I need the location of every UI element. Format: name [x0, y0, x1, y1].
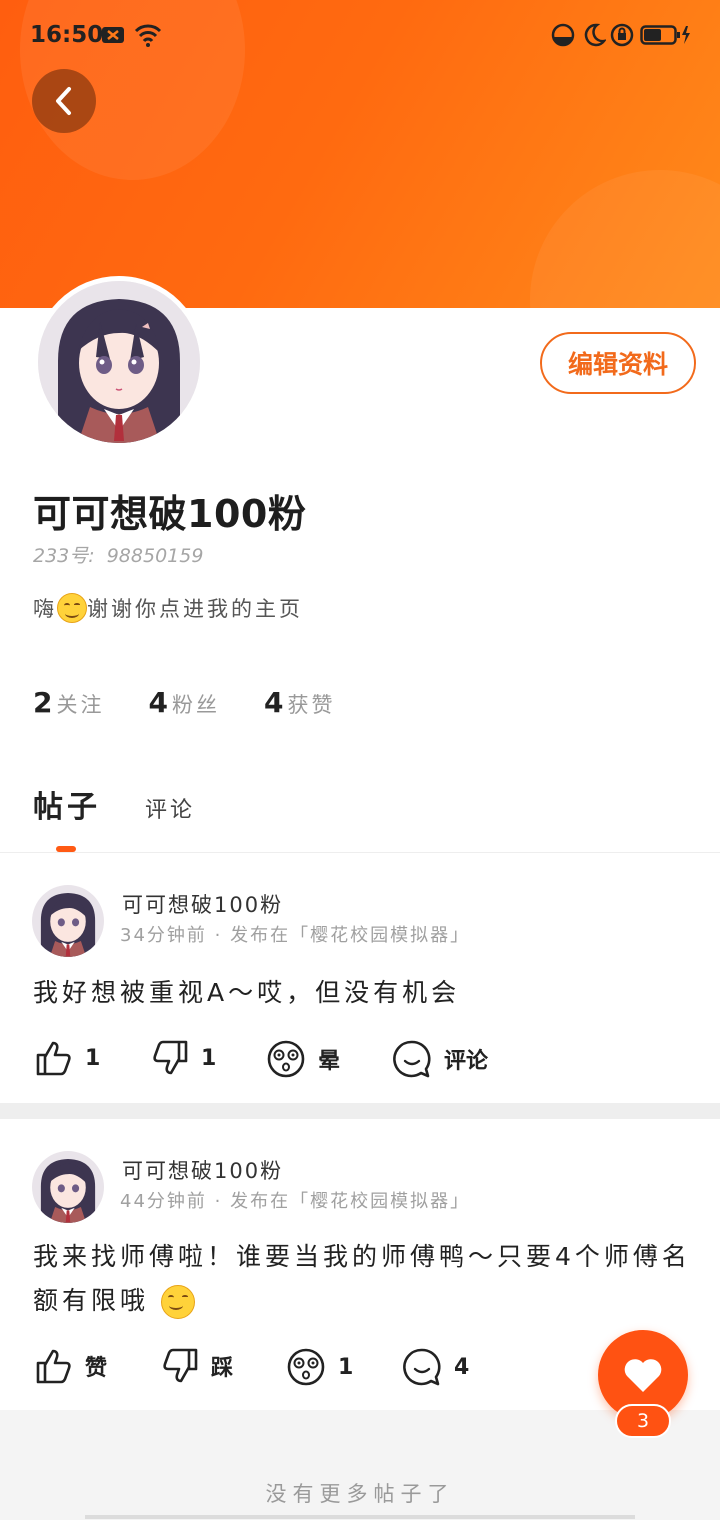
post-author-avatar[interactable]	[32, 1151, 104, 1223]
smiling-face-emoji-icon	[160, 1285, 195, 1319]
dizzy-reaction-button[interactable]: 晕	[266, 1039, 340, 1079]
comment-count: 4	[454, 1354, 470, 1380]
post-text[interactable]: 我好想被重视A～哎，但没有机会	[33, 971, 693, 1015]
post-author-name[interactable]: 可可想破100粉	[122, 889, 283, 919]
comment-label: 评论	[444, 1049, 489, 1074]
like-label: 赞	[85, 1356, 108, 1381]
dislike-label: 踩	[211, 1356, 234, 1381]
heart-icon	[624, 1359, 662, 1392]
stat-value: 4	[148, 686, 168, 719]
stat-followers[interactable]: 4 粉丝	[148, 686, 219, 719]
stat-value: 2	[33, 686, 53, 719]
like-button[interactable]: 赞	[35, 1347, 107, 1385]
anime-girl-avatar-icon	[32, 885, 104, 957]
scroll-bar-hint	[85, 1515, 635, 1519]
thumbs-up-icon	[36, 1349, 71, 1384]
tab-comments[interactable]: 评论	[145, 792, 195, 824]
tab-posts[interactable]: 帖子	[33, 782, 101, 826]
stat-value: 4	[263, 686, 284, 719]
comment-bubble-icon	[403, 1348, 441, 1386]
stat-label: 粉丝	[171, 693, 220, 717]
notification-icon	[100, 22, 126, 52]
post-meta: 34分钟前 · 发布在「樱花校园模拟器」	[120, 925, 471, 946]
dizzy-face-icon	[287, 1348, 325, 1386]
stat-label: 获赞	[287, 693, 336, 717]
user-id-row: 233号: 98850159	[33, 541, 209, 568]
post-text[interactable]: 我来找师傅啦！谁要当我的师傅鸭～只要4个师傅名额有限哦	[33, 1235, 693, 1323]
post-author-avatar[interactable]	[32, 885, 104, 957]
post-meta: 44分钟前 · 发布在「樱花校园模拟器」	[120, 1191, 471, 1212]
battery-charging-icon	[640, 22, 692, 52]
back-button[interactable]	[32, 69, 96, 133]
like-count: 1	[85, 1045, 101, 1071]
like-button[interactable]: 1	[35, 1039, 100, 1077]
profile-nickname: 可可想破100粉	[33, 492, 307, 536]
profile-bio: 嗨 谢谢你点进我的主页	[33, 593, 303, 623]
status-bar: 16:50	[0, 0, 720, 72]
dislike-count: 1	[201, 1045, 217, 1071]
user-id-label: 233号:	[33, 545, 95, 567]
rotation-lock-icon	[610, 22, 634, 52]
edit-profile-button[interactable]: 编辑资料	[540, 332, 696, 394]
content-tabs: 帖子 评论	[33, 782, 195, 826]
post-card[interactable]: 可可想破100粉 34分钟前 · 发布在「樱花校园模拟器」 我好想被重视A～哎，…	[0, 853, 720, 1103]
dizzy-label: 晕	[318, 1049, 341, 1074]
profile-stats: 2 关注 4 粉丝 4 获赞	[33, 686, 335, 719]
bio-prefix: 嗨	[33, 597, 57, 621]
section-separator	[0, 1103, 720, 1119]
anime-girl-avatar-icon	[38, 281, 200, 443]
do-not-disturb-moon-icon	[582, 22, 607, 52]
wifi-icon	[134, 22, 162, 52]
thumbs-down-icon	[153, 1040, 188, 1075]
stat-likes[interactable]: 4 获赞	[264, 686, 335, 719]
chevron-left-icon	[56, 87, 71, 115]
thumbs-down-icon	[163, 1348, 198, 1383]
comment-button[interactable]: 评论	[392, 1039, 488, 1079]
post-text-content: 我来找师傅啦！谁要当我的师傅鸭～只要4个师傅名额有限哦	[33, 1242, 691, 1315]
stat-label: 关注	[56, 693, 105, 717]
dizzy-reaction-button[interactable]: 1	[286, 1347, 353, 1387]
header-decoration	[530, 170, 720, 308]
user-id-value: 98850159	[106, 545, 204, 567]
thumbs-up-icon	[36, 1041, 71, 1076]
data-saver-icon	[551, 22, 575, 52]
dislike-button[interactable]: 1	[151, 1039, 216, 1077]
dislike-button[interactable]: 踩	[161, 1347, 233, 1385]
status-time: 16:50	[30, 22, 104, 48]
comment-button[interactable]: 4	[402, 1347, 469, 1387]
like-count-badge: 3	[615, 1404, 671, 1438]
comment-bubble-icon	[393, 1040, 431, 1078]
no-more-posts-text: 没有更多帖子了	[265, 1482, 455, 1506]
profile-avatar[interactable]	[33, 276, 205, 448]
stat-following[interactable]: 2 关注	[33, 686, 104, 719]
bio-text: 谢谢你点进我的主页	[87, 597, 303, 621]
dizzy-count: 1	[338, 1354, 354, 1380]
dizzy-face-icon	[267, 1040, 305, 1078]
smiling-face-emoji-icon	[57, 593, 87, 623]
anime-girl-avatar-icon	[32, 1151, 104, 1223]
post-author-name[interactable]: 可可想破100粉	[122, 1155, 283, 1185]
